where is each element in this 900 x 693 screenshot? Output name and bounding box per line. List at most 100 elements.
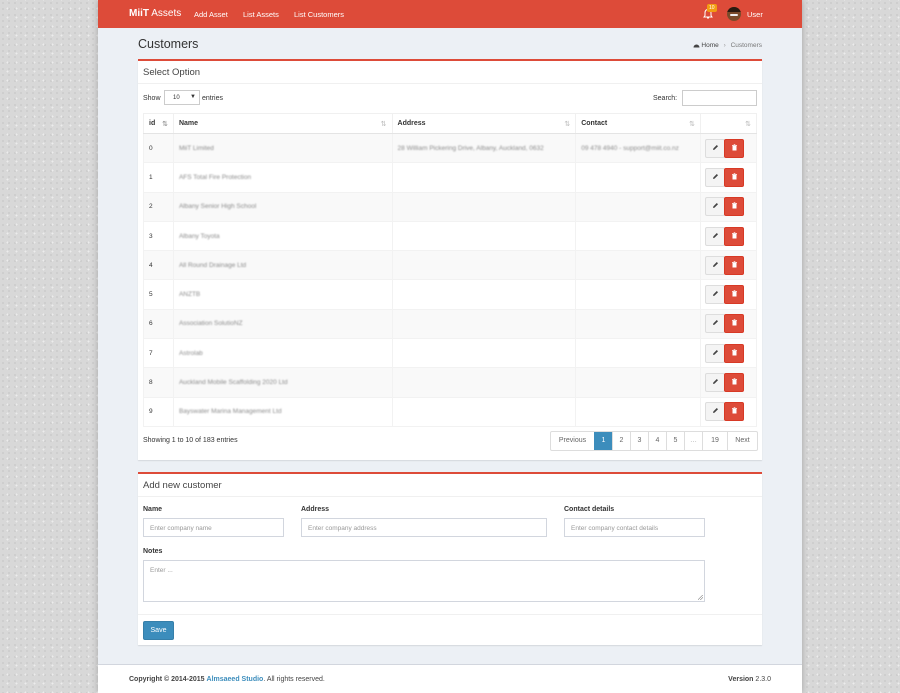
cell-name-text: Astrolab (178, 349, 203, 357)
cell-id-text: 1 (149, 173, 153, 181)
column-header-id[interactable]: id ⇅ (143, 113, 174, 134)
edit-button[interactable] (705, 197, 726, 217)
edit-button[interactable] (705, 138, 726, 158)
show-label: Show (143, 95, 161, 102)
edit-button[interactable] (705, 343, 726, 363)
column-header-actions[interactable]: ⇅ (700, 113, 757, 134)
cell-contact (575, 250, 702, 281)
edit-button[interactable] (705, 373, 726, 393)
delete-button[interactable] (724, 373, 745, 393)
pagination-page[interactable]: 1 (594, 432, 612, 450)
cell-actions (700, 132, 757, 164)
brand-logo[interactable]: MiiT Assets (129, 8, 181, 19)
user-avatar[interactable] (727, 7, 741, 21)
cell-contact (575, 308, 702, 340)
pagination-ellipsis: … (684, 432, 702, 450)
nav-list-customers[interactable]: List Customers (294, 10, 344, 19)
caret-down-icon: ▼ (190, 94, 196, 100)
delete-button[interactable] (724, 197, 745, 217)
cell-name: MiiT Limited (172, 132, 393, 164)
pagination-page[interactable]: 5 (666, 432, 684, 450)
resize-handle-icon[interactable] (698, 595, 703, 600)
cell-address (391, 250, 577, 281)
cell-name-text: MiiT Limited (178, 144, 214, 152)
pagination-page[interactable]: 2 (612, 432, 630, 450)
studio-link[interactable]: Almsaeed Studio (207, 676, 264, 683)
delete-button[interactable] (724, 255, 745, 275)
entries-value: 10 (173, 95, 180, 101)
table-body: 0 MiiT Limited 28 William Pickering Drive,… (143, 132, 757, 427)
column-header-name[interactable]: Name ⇅ (172, 113, 393, 134)
cell-id-text: 2 (149, 203, 153, 211)
sort-icon: ⇅ (745, 121, 751, 128)
cell-name: Albany Senior High School (172, 191, 393, 222)
pencil-icon (712, 203, 718, 209)
delete-button[interactable] (724, 138, 745, 158)
delete-button[interactable] (724, 402, 745, 422)
cell-contact (575, 191, 702, 222)
sort-icon: ⇅ (564, 121, 571, 128)
save-button[interactable]: Save (143, 621, 174, 640)
cell-name: Bayswater Marina Management Ltd (172, 396, 393, 427)
cell-contact-text: 09 478 4940 - support@miit.co.nz (581, 144, 679, 152)
entries-select[interactable]: 10 ▼ (164, 90, 200, 105)
delete-button[interactable] (724, 226, 745, 246)
edit-button[interactable] (705, 402, 726, 422)
cell-contact (575, 396, 702, 427)
column-header-address[interactable]: Address ⇅ (391, 113, 577, 134)
cell-actions (700, 396, 757, 427)
delete-button[interactable] (724, 167, 745, 187)
edit-button[interactable] (705, 255, 726, 275)
search-input[interactable] (682, 90, 757, 106)
pencil-icon (712, 261, 718, 267)
cell-contact: 09 478 4940 - support@miit.co.nz (575, 132, 702, 164)
table-row: 4 All Round Drainage Ltd (143, 250, 757, 281)
pagination-page[interactable]: 3 (630, 432, 648, 450)
delete-button[interactable] (724, 285, 745, 305)
table-row: 5 ANZTB (143, 279, 757, 310)
trash-icon (731, 349, 737, 356)
pagination-next[interactable]: Next (727, 432, 757, 450)
contact-details-input[interactable]: Enter company contact details (564, 518, 705, 537)
nav-add-asset[interactable]: Add Asset (194, 10, 228, 19)
breadcrumb-separator: › (723, 42, 726, 49)
customers-table: id ⇅ Name ⇅ Address ⇅ Contact ⇅ ⇅ 0 MiiT Limi… (143, 113, 757, 427)
company-name-input[interactable]: Enter company name (143, 518, 284, 537)
pagination-page[interactable]: 19 (702, 432, 727, 450)
cell-contact (575, 279, 702, 310)
pencil-icon (712, 144, 718, 150)
cell-contact (575, 367, 702, 398)
sort-icon: ⇅ (380, 121, 387, 128)
cell-id-text: 3 (149, 232, 153, 240)
cell-address (391, 191, 577, 222)
edit-button[interactable] (705, 285, 726, 305)
pencil-icon (712, 320, 718, 326)
delete-button[interactable] (724, 314, 745, 334)
version-label: Version (728, 676, 754, 683)
edit-button[interactable] (705, 226, 726, 246)
cell-name: Auckland Mobile Scaffolding 2020 Ltd (172, 367, 393, 398)
cell-id: 0 (143, 132, 174, 164)
box-divider (138, 83, 762, 84)
table-row: 1 AFS Total Fire Protection (143, 162, 757, 193)
pagination-previous[interactable]: Previous (551, 432, 594, 450)
cell-actions (700, 191, 757, 222)
nav-list-assets[interactable]: List Assets (243, 10, 279, 19)
edit-button[interactable] (705, 167, 726, 187)
pagination-page[interactable]: 4 (648, 432, 666, 450)
notes-textarea[interactable]: Enter ... (143, 560, 705, 602)
cell-id: 6 (143, 308, 174, 340)
company-address-input[interactable]: Enter company address (301, 518, 547, 537)
cell-address (391, 162, 577, 193)
trash-icon (731, 261, 737, 268)
breadcrumb-home[interactable]: Home (701, 42, 718, 49)
name-label: Name (143, 506, 163, 513)
cell-name: AFS Total Fire Protection (172, 162, 393, 193)
cell-actions (700, 220, 757, 252)
cell-address (391, 338, 577, 369)
column-header-contact[interactable]: Contact ⇅ (575, 113, 702, 134)
delete-button[interactable] (724, 343, 745, 363)
user-menu-label[interactable]: User (747, 10, 763, 19)
cell-name-text: All Round Drainage Ltd (178, 261, 247, 269)
edit-button[interactable] (705, 314, 726, 334)
